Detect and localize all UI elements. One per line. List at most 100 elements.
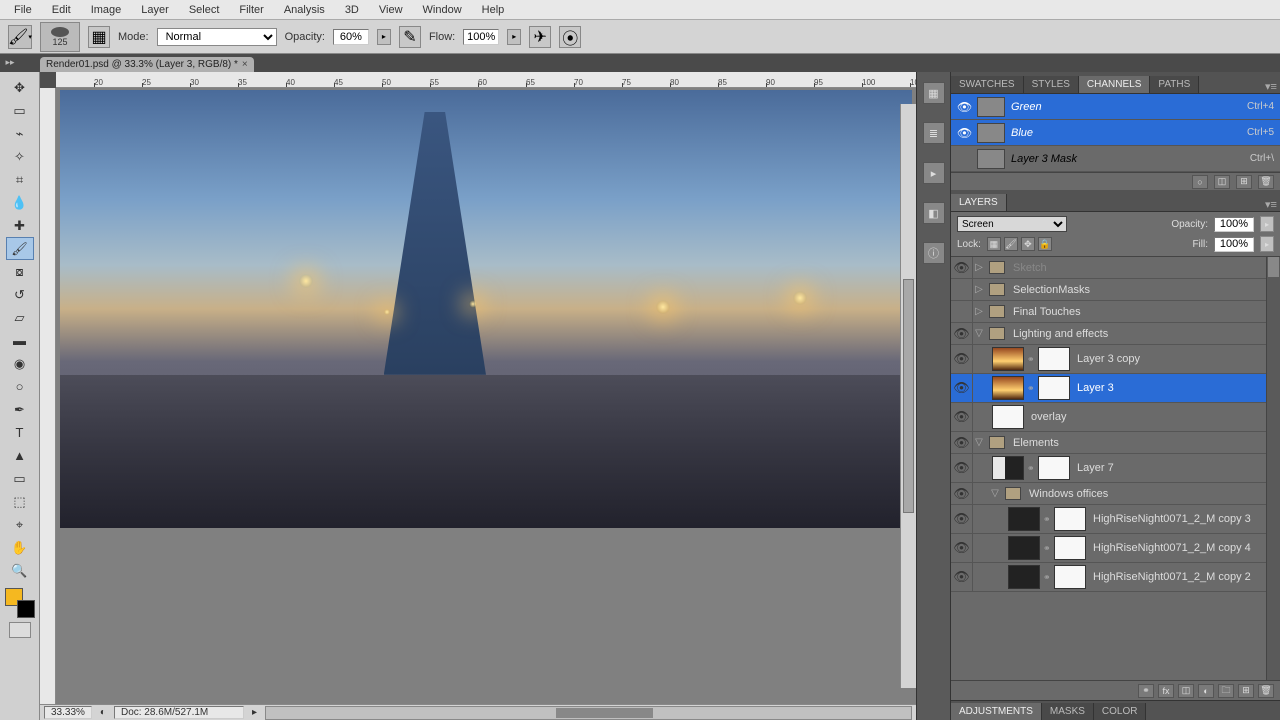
menu-view[interactable]: View xyxy=(369,2,413,18)
fill-flyout-icon[interactable]: ▸ xyxy=(1260,236,1274,252)
tab-adjustments[interactable]: ADJUSTMENTS xyxy=(951,703,1042,720)
docsize-field[interactable]: Doc: 28.6M/527.1M xyxy=(114,706,244,719)
menu-window[interactable]: Window xyxy=(413,2,472,18)
link-layers-icon[interactable]: ⚭ xyxy=(1138,684,1154,698)
visibility-icon[interactable]: 👁 xyxy=(957,126,971,140)
tablet-size-icon[interactable]: ⦿ xyxy=(559,26,581,48)
layer-mask-thumbnail[interactable] xyxy=(1038,376,1070,400)
layer-row[interactable]: 👁⚭HighRiseNight0071_2_M copy 3 xyxy=(951,505,1280,534)
visibility-toggle[interactable]: 👁 xyxy=(951,483,973,504)
tab-styles[interactable]: STYLES xyxy=(1024,76,1079,93)
layer-row[interactable]: 👁⚭Layer 3 copy xyxy=(951,345,1280,374)
close-tab-icon[interactable]: × xyxy=(242,59,248,70)
opacity-flyout-icon[interactable]: ▸ xyxy=(377,29,391,45)
new-layer-icon[interactable]: ⊞ xyxy=(1238,684,1254,698)
layer-mask-thumbnail[interactable] xyxy=(1038,456,1070,480)
visibility-toggle[interactable]: 👁 xyxy=(951,403,973,431)
navigator-icon[interactable]: ◧ xyxy=(923,202,945,224)
tool-preset-picker[interactable]: 🖌▾ xyxy=(8,25,32,49)
menu-select[interactable]: Select xyxy=(179,2,230,18)
lasso-tool[interactable]: ⌁ xyxy=(6,122,34,145)
layer-thumbnail[interactable] xyxy=(1008,565,1040,589)
eraser-tool[interactable]: ▱ xyxy=(6,306,34,329)
menu-3d[interactable]: 3D xyxy=(335,2,369,18)
layer-mask-thumbnail[interactable] xyxy=(1038,347,1070,371)
history-icon[interactable]: ≣ xyxy=(923,122,945,144)
marquee-tool[interactable]: ▭ xyxy=(6,99,34,122)
layer-group-row[interactable]: ▷SelectionMasks xyxy=(951,279,1280,301)
minibridge-icon[interactable]: ▦ xyxy=(923,82,945,104)
disclosure-triangle-icon[interactable]: ▷ xyxy=(973,306,985,317)
brush-preset-picker[interactable]: 125 xyxy=(40,22,80,52)
flow-input[interactable] xyxy=(463,29,499,45)
pen-tool[interactable]: ✒ xyxy=(6,398,34,421)
disclosure-triangle-icon[interactable]: ▷ xyxy=(973,284,985,295)
color-swatches[interactable] xyxy=(5,588,35,618)
layer-row[interactable]: 👁overlay xyxy=(951,403,1280,432)
layer-thumbnail[interactable] xyxy=(992,376,1024,400)
quick-mask-toggle[interactable] xyxy=(9,622,31,638)
visibility-toggle[interactable]: 👁 xyxy=(951,563,973,591)
status-menu-icon[interactable]: ▸ xyxy=(252,707,257,718)
layer-style-icon[interactable]: fx xyxy=(1158,684,1174,698)
vertical-scrollbar[interactable] xyxy=(900,104,916,688)
layer-mask-thumbnail[interactable] xyxy=(1054,536,1086,560)
opacity-input[interactable] xyxy=(333,29,369,45)
layer-group-row[interactable]: 👁▽Windows offices xyxy=(951,483,1280,505)
visibility-toggle[interactable]: 👁 xyxy=(951,323,973,344)
shape-tool[interactable]: ▭ xyxy=(6,467,34,490)
visibility-toggle[interactable] xyxy=(951,301,973,322)
flow-flyout-icon[interactable]: ▸ xyxy=(507,29,521,45)
new-group-icon[interactable]: 🗀 xyxy=(1218,684,1234,698)
zoom-menu-icon[interactable]: ◐ xyxy=(100,707,106,718)
path-selection-tool[interactable]: ▲ xyxy=(6,444,34,467)
canvas[interactable] xyxy=(56,88,916,704)
horizontal-ruler[interactable]: 1520253035404550556065707580859095100105… xyxy=(56,72,916,88)
layer-thumbnail[interactable] xyxy=(1008,507,1040,531)
horizontal-scrollbar[interactable] xyxy=(265,706,912,720)
move-tool[interactable]: ✥ xyxy=(6,76,34,99)
3d-camera-tool[interactable]: ⌖ xyxy=(6,513,34,536)
layer-thumbnail[interactable] xyxy=(1008,536,1040,560)
delete-channel-icon[interactable]: 🗑 xyxy=(1258,175,1274,189)
disclosure-triangle-icon[interactable]: ▽ xyxy=(989,488,1001,499)
mask-link-icon[interactable]: ⚭ xyxy=(1043,514,1051,525)
brush-tool[interactable]: 🖌 xyxy=(6,237,34,260)
layer-row[interactable]: 👁⚭Layer 7 xyxy=(951,454,1280,483)
disclosure-triangle-icon[interactable]: ▽ xyxy=(973,437,985,448)
layer-mask-thumbnail[interactable] xyxy=(1054,507,1086,531)
info-icon[interactable]: ⓘ xyxy=(923,242,945,264)
blend-mode-select[interactable]: Normal xyxy=(157,28,277,46)
disclosure-triangle-icon[interactable]: ▽ xyxy=(973,328,985,339)
layer-thumbnail[interactable] xyxy=(992,405,1024,429)
channels-panel-menu-icon[interactable]: ▾≡ xyxy=(1262,80,1280,93)
expand-dock-icon[interactable]: ▸▸ xyxy=(4,56,16,68)
background-swatch[interactable] xyxy=(17,600,35,618)
menu-layer[interactable]: Layer xyxy=(131,2,179,18)
menu-analysis[interactable]: Analysis xyxy=(274,2,335,18)
lock-transparency-icon[interactable]: ▦ xyxy=(987,237,1001,251)
layer-row[interactable]: 👁⚭HighRiseNight0071_2_M copy 2 xyxy=(951,563,1280,592)
blur-tool[interactable]: ◉ xyxy=(6,352,34,375)
visibility-toggle[interactable]: 👁 xyxy=(951,534,973,562)
lock-position-icon[interactable]: ✥ xyxy=(1021,237,1035,251)
hand-tool[interactable]: ✋ xyxy=(6,536,34,559)
layer-blend-mode-select[interactable]: Screen xyxy=(957,216,1067,232)
layer-thumbnail[interactable] xyxy=(992,347,1024,371)
visibility-toggle[interactable]: 👁 xyxy=(951,432,973,453)
layer-opacity-input[interactable] xyxy=(1214,217,1254,232)
menu-filter[interactable]: Filter xyxy=(229,2,273,18)
brush-panel-toggle-icon[interactable]: ▦ xyxy=(88,26,110,48)
visibility-toggle[interactable]: 👁 xyxy=(951,345,973,373)
tab-swatches[interactable]: SWATCHES xyxy=(951,76,1024,93)
healing-brush-tool[interactable]: ✚ xyxy=(6,214,34,237)
menu-edit[interactable]: Edit xyxy=(42,2,81,18)
mask-link-icon[interactable]: ⚭ xyxy=(1043,543,1051,554)
zoom-field[interactable]: 33.33% xyxy=(44,706,92,719)
crop-tool[interactable]: ⌗ xyxy=(6,168,34,191)
airbrush-icon[interactable]: ✈ xyxy=(529,26,551,48)
layer-group-row[interactable]: 👁▽Lighting and effects xyxy=(951,323,1280,345)
layer-row[interactable]: 👁⚭Layer 3 xyxy=(951,374,1280,403)
delete-layer-icon[interactable]: 🗑 xyxy=(1258,684,1274,698)
document-tab[interactable]: Render01.psd @ 33.3% (Layer 3, RGB/8) * … xyxy=(40,57,254,72)
